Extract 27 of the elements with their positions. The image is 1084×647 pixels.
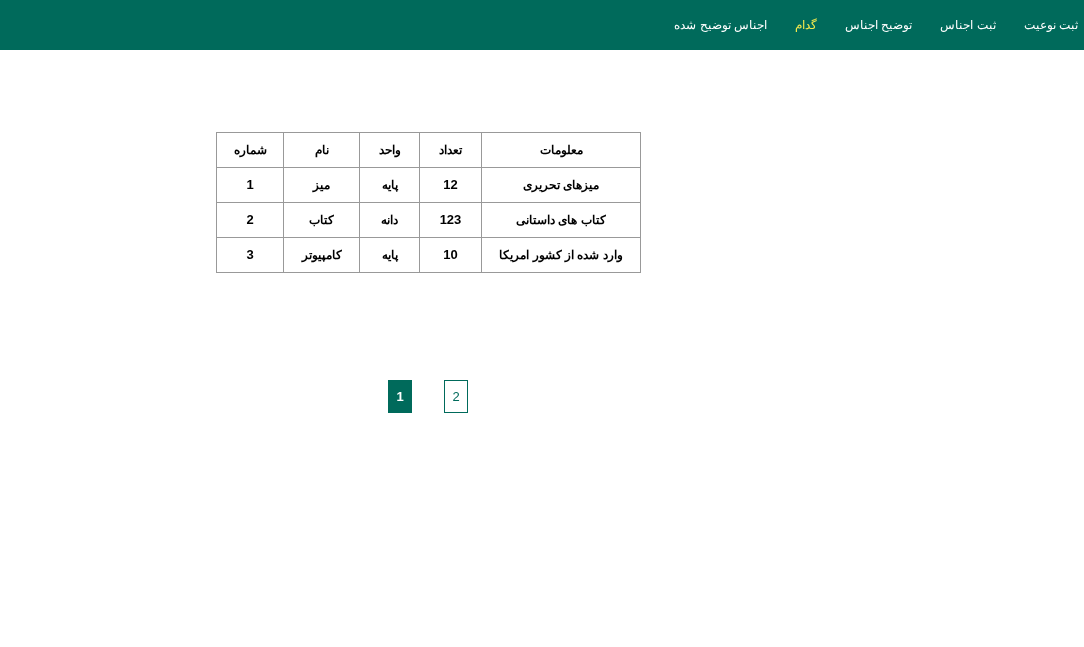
table-cell: 123 (419, 202, 482, 238)
table-cell: دانه (359, 202, 420, 238)
table-cell: کتاب (283, 202, 360, 238)
table-cell: 3 (216, 237, 284, 273)
column-header: شماره (216, 132, 284, 168)
column-header: واحد (359, 132, 420, 168)
table-cell: 10 (419, 237, 482, 273)
table-cell: کامپیوتر (283, 237, 360, 273)
table-cell: پایه (359, 167, 420, 203)
table-cell: میز (283, 167, 360, 203)
page-button[interactable]: 2 (444, 380, 468, 413)
table-cell: 12 (419, 167, 482, 203)
table-cell: پایه (359, 237, 420, 273)
table-cell: 2 (216, 202, 284, 238)
column-header: تعداد (419, 132, 482, 168)
column-header: نام (283, 132, 360, 168)
nav-link[interactable]: ثبت اجناس (940, 16, 996, 34)
nav-link[interactable]: توضیح اجناس (844, 16, 913, 34)
nav-link[interactable]: گدام (794, 16, 817, 34)
table-cell: کتاب های داستانی (481, 202, 641, 238)
column-header: معلومات (481, 132, 641, 168)
table-cell: وارد شده از کشور امریکا (481, 237, 641, 273)
nav-link[interactable]: اجناس توضیح شده (674, 16, 767, 34)
nav-link[interactable]: ثبت نوعیت (1023, 16, 1078, 34)
table-cell: میزهای تحریری (481, 167, 641, 203)
page-button[interactable]: 1 (388, 380, 412, 413)
table-cell: 1 (216, 167, 284, 203)
